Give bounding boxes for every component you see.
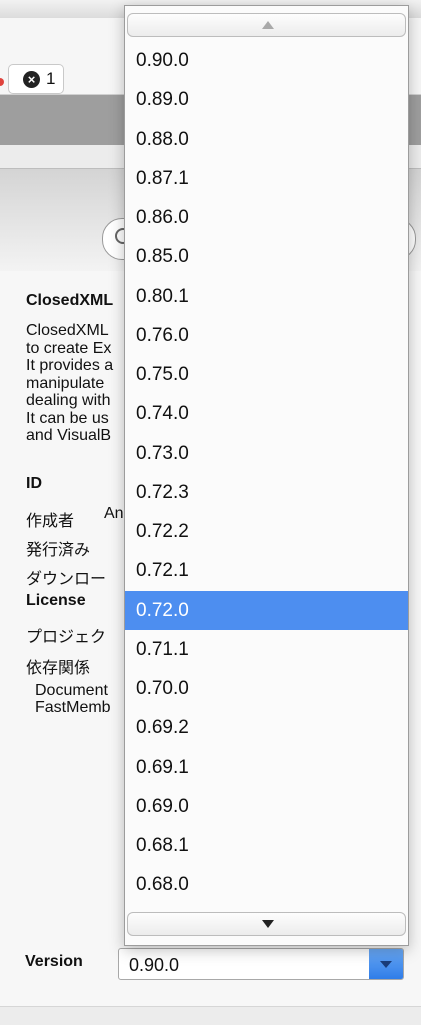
chevron-down-icon[interactable]	[369, 949, 403, 979]
bottom-bar	[0, 1006, 421, 1025]
version-option[interactable]: 0.69.0	[125, 787, 408, 826]
project-label[interactable]: プロジェク	[26, 623, 106, 647]
version-option[interactable]: 0.75.0	[125, 355, 408, 394]
package-description: ClosedXML to create Ex It provides a man…	[26, 322, 113, 445]
published-label: 発行済み	[26, 542, 91, 559]
version-label: Version	[25, 953, 83, 970]
version-options-list: 0.90.0 0.89.0 0.88.0 0.87.1 0.86.0 0.85.0 0.80…	[125, 41, 408, 905]
error-count: 1	[46, 69, 56, 88]
description-line: It provides a	[26, 357, 114, 374]
version-option[interactable]: 0.73.0	[125, 434, 408, 473]
downloads-label: ダウンロー	[26, 571, 107, 588]
description-line: manipulate	[26, 374, 105, 392]
description-line: It can be us	[26, 409, 109, 427]
scroll-down-button[interactable]	[127, 912, 406, 936]
id-label: ID	[26, 475, 42, 492]
package-title: ClosedXML	[26, 292, 114, 309]
version-option[interactable]: 0.68.0	[125, 865, 408, 904]
version-option[interactable]: 0.80.1	[125, 277, 408, 316]
version-option[interactable]: 0.70.0	[125, 669, 408, 708]
version-option[interactable]: 0.68.1	[125, 826, 408, 865]
version-option[interactable]: 0.74.0	[125, 394, 408, 433]
version-option[interactable]: 0.69.1	[125, 748, 408, 787]
version-selected-value: 0.90.0	[129, 955, 180, 975]
dependencies-list: Document FastMemb	[35, 682, 111, 716]
warning-dot-icon	[0, 78, 4, 86]
version-option[interactable]: 0.72.0	[125, 590, 408, 630]
description-line: ClosedXML	[26, 322, 109, 339]
dependency-item: Document	[35, 682, 108, 699]
license-label[interactable]: License	[26, 592, 86, 610]
dependency-item: FastMemb	[35, 699, 111, 716]
version-option[interactable]: 0.76.0	[125, 316, 408, 355]
version-option[interactable]: 0.86.0	[125, 198, 408, 237]
arrow-down-icon	[262, 920, 274, 928]
arrow-up-icon	[262, 21, 274, 29]
error-icon: ×	[23, 70, 40, 88]
version-option[interactable]: 0.87.1	[125, 159, 408, 198]
version-option[interactable]: 0.72.1	[125, 551, 408, 590]
version-dropdown-menu[interactable]: 0.90.0 0.89.0 0.88.0 0.87.1 0.86.0 0.85.0 0.80…	[124, 5, 409, 946]
version-option[interactable]: 0.88.0	[125, 120, 408, 159]
version-option[interactable]: 0.85.0	[125, 237, 408, 276]
author-label: 作成者	[26, 513, 75, 530]
version-select[interactable]: 0.90.0	[118, 948, 404, 980]
version-option[interactable]: 0.72.3	[125, 473, 408, 512]
scroll-up-button[interactable]	[127, 13, 406, 37]
version-option[interactable]: 0.90.0	[125, 41, 408, 80]
dependencies-label: 依存関係	[26, 660, 91, 677]
error-count-button[interactable]: × 1	[8, 64, 64, 94]
version-option[interactable]: 0.72.2	[125, 512, 408, 551]
author-value: An	[104, 505, 124, 522]
description-line: dealing with	[26, 392, 111, 409]
description-line: to create Ex	[26, 339, 112, 357]
version-option[interactable]: 0.71.1	[125, 630, 408, 669]
description-line: and VisualB	[26, 427, 112, 444]
version-option[interactable]: 0.89.0	[125, 80, 408, 119]
version-option[interactable]: 0.69.2	[125, 708, 408, 747]
